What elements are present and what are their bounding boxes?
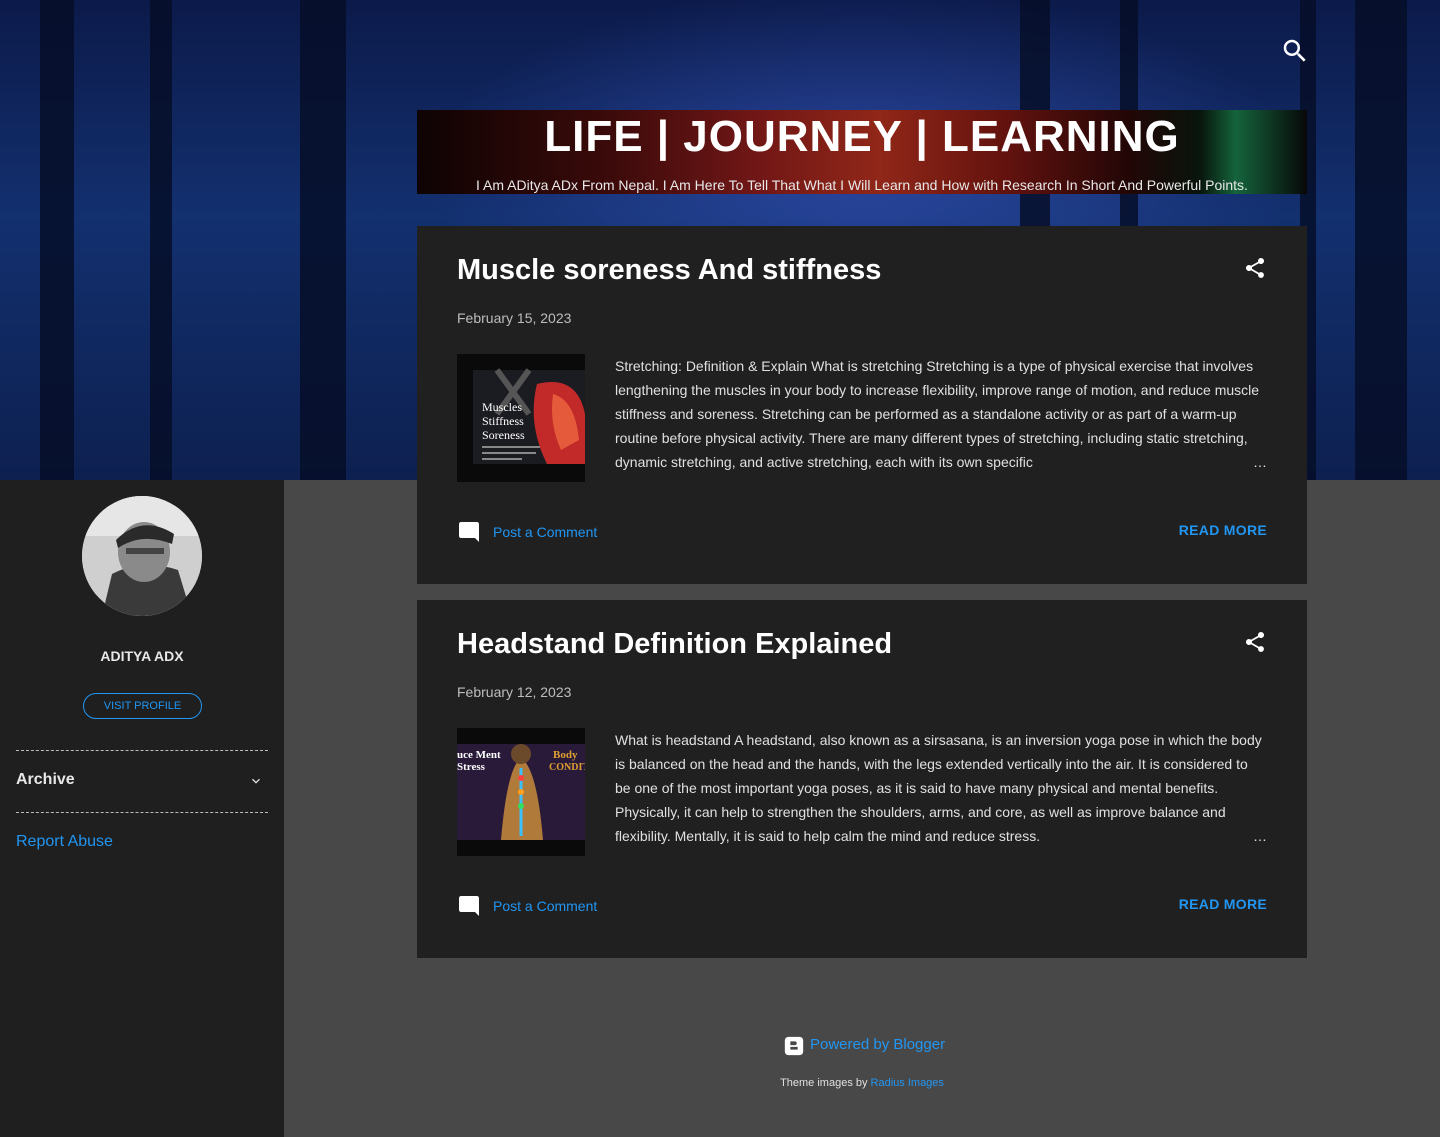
snippet-ellipsis: … — [1197, 824, 1267, 848]
archive-label: Archive — [16, 771, 75, 788]
post-date[interactable]: February 12, 2023 — [457, 684, 571, 700]
divider — [16, 750, 268, 751]
theme-credit-prefix: Theme images by — [780, 1077, 871, 1089]
post-card: Headstand Definition Explained February … — [417, 600, 1307, 958]
powered-by-label: Powered by Blogger — [810, 1036, 946, 1053]
thumb-text: Muscles — [482, 400, 522, 414]
read-more-button[interactable]: READ MORE — [1179, 522, 1267, 538]
radius-images-link[interactable]: Radius Images — [871, 1077, 944, 1089]
post-date[interactable]: February 15, 2023 — [457, 310, 571, 326]
thumb-text: Stiffness — [482, 414, 524, 428]
snippet-ellipsis: … — [1197, 450, 1267, 474]
report-abuse-link[interactable]: Report Abuse — [16, 833, 113, 851]
post-snippet: What is headstand A headstand, also know… — [615, 732, 1262, 844]
post-title[interactable]: Muscle soreness And stiffness — [457, 254, 881, 287]
sidebar: ADITYA ADX VISIT PROFILE Archive Report … — [0, 480, 284, 1137]
chevron-down-icon — [248, 773, 264, 789]
post-comment-label: Post a Comment — [493, 898, 598, 914]
blogger-icon — [783, 1035, 805, 1062]
post-comment-label: Post a Comment — [493, 524, 598, 540]
read-more-button[interactable]: READ MORE — [1179, 896, 1267, 912]
post-card: Muscle soreness And stiffness February 1… — [417, 226, 1307, 584]
share-icon[interactable] — [1243, 630, 1267, 654]
post-thumbnail[interactable]: Muscles Stiffness Soreness — [457, 354, 585, 482]
post-thumbnail[interactable]: uce Ment Stress Body CONDIT — [457, 728, 585, 856]
thumb-text: uce Ment — [457, 749, 501, 761]
thumb-text: Body — [553, 749, 578, 761]
blog-title[interactable]: LIFE | JOURNEY | LEARNING — [417, 110, 1307, 164]
post-title[interactable]: Headstand Definition Explained — [457, 628, 892, 661]
blog-description: I Am ADitya ADx From Nepal. I Am Here To… — [476, 177, 1248, 193]
comment-icon — [457, 520, 481, 549]
profile-name: ADITYA ADX — [100, 648, 184, 664]
thumb-text: CONDIT — [549, 762, 585, 773]
theme-credit: Theme images by Radius Images — [0, 1077, 1440, 1089]
share-icon[interactable] — [1243, 256, 1267, 280]
divider — [16, 812, 268, 813]
thumb-text: Soreness — [482, 428, 525, 442]
archive-dropdown[interactable]: Archive — [16, 761, 268, 801]
thumb-text: Stress — [457, 761, 486, 773]
search-icon[interactable] — [1280, 36, 1310, 66]
post-snippet: Stretching: Definition & Explain What is… — [615, 358, 1260, 470]
comment-icon — [457, 894, 481, 923]
visit-profile-button[interactable]: VISIT PROFILE — [83, 693, 202, 719]
avatar[interactable] — [82, 496, 202, 616]
